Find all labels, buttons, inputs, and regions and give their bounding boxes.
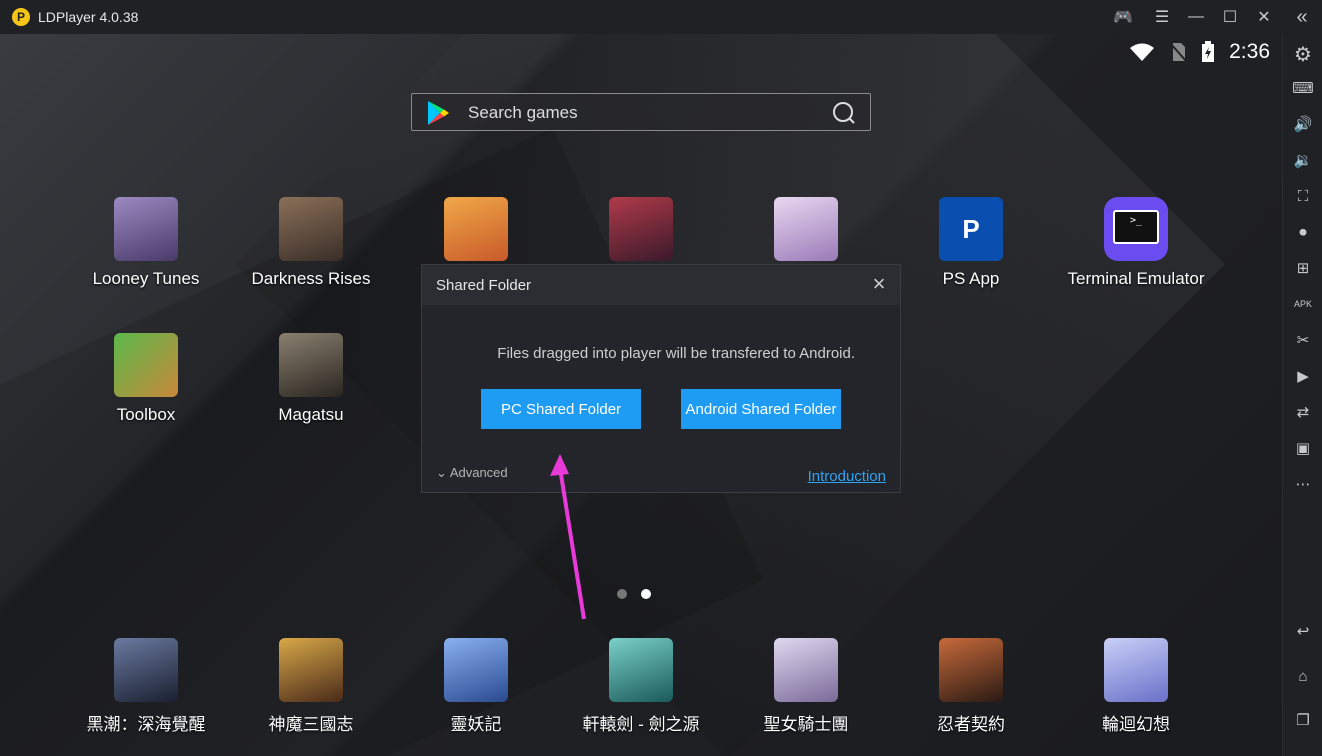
- search-input[interactable]: Search games: [468, 103, 578, 123]
- gamepad-icon[interactable]: 🎮: [1111, 6, 1135, 28]
- right-toolbar: ⚙ ⌨ 🔊 🔉 ⛶ ⏺ ⊞ APK ✂ ▶ ⇄ ▣ ⋯ ↩ ⌂ ❐: [1282, 34, 1322, 756]
- more-icon[interactable]: ⋯: [1291, 472, 1315, 496]
- recent-apps-icon[interactable]: ❐: [1291, 708, 1315, 732]
- add-instance-icon[interactable]: ⊞: [1291, 256, 1315, 280]
- dialog-header: Shared Folder ×: [422, 265, 900, 305]
- no-sim-icon: [1170, 43, 1187, 62]
- home-icon[interactable]: ⌂: [1291, 664, 1315, 688]
- app-icon: [609, 638, 673, 702]
- google-play-icon: [428, 101, 449, 125]
- app-label: Terminal Emulator: [1067, 269, 1205, 288]
- chevron-down-icon: ⌄: [436, 465, 447, 480]
- shake-icon[interactable]: ▣: [1291, 436, 1315, 460]
- dialog-close-icon[interactable]: ×: [870, 273, 888, 295]
- app-icon: [1104, 638, 1168, 702]
- app-label: Looney Tunes: [92, 269, 200, 288]
- pc-shared-folder-button[interactable]: PC Shared Folder: [481, 389, 641, 429]
- advanced-label: Advanced: [449, 465, 508, 480]
- dialog-message: Files dragged into player will be transf…: [497, 345, 855, 362]
- wifi-icon: [1130, 43, 1155, 61]
- dock-app-1[interactable]: 黑潮：深海覺醒: [71, 638, 221, 735]
- app-icon: [774, 638, 838, 702]
- record-icon[interactable]: ⏺: [1291, 220, 1315, 244]
- battery-charging-icon: [1202, 41, 1215, 62]
- app-icon: [444, 197, 508, 261]
- app-icon: [279, 197, 343, 261]
- settings-icon[interactable]: ⚙: [1291, 42, 1315, 66]
- pickaxe-icon: [114, 333, 178, 397]
- search-bar[interactable]: Search games: [411, 93, 871, 131]
- search-icon[interactable]: [832, 101, 856, 125]
- dock-app-5[interactable]: 聖女騎士團: [731, 638, 881, 735]
- app-icon: [939, 638, 1003, 702]
- app-toolbox[interactable]: Toolbox: [71, 333, 221, 425]
- annotation-arrow-icon: [550, 454, 586, 620]
- android-shared-folder-button[interactable]: Android Shared Folder: [681, 389, 841, 429]
- app-label: 神魔三國志: [268, 715, 354, 734]
- title-bar: P LDPlayer 4.0.38 🎮 ☰ — ☐ ✕ «: [0, 0, 1322, 34]
- shared-folder-dialog: Shared Folder × Files dragged into playe…: [421, 264, 901, 493]
- menu-icon[interactable]: ☰: [1150, 6, 1174, 28]
- android-screen[interactable]: 2:36 Search games Looney Tunes Darkness …: [0, 34, 1282, 756]
- app-label: 聖女騎士團: [763, 715, 849, 734]
- dock-app-7[interactable]: 輪迴幻想: [1061, 638, 1211, 735]
- volume-down-icon[interactable]: 🔉: [1291, 148, 1315, 172]
- back-icon[interactable]: ↩: [1291, 619, 1315, 643]
- page-indicator-2[interactable]: [641, 589, 651, 599]
- dialog-title: Shared Folder: [436, 277, 532, 294]
- app-tile-5[interactable]: [731, 197, 881, 261]
- terminal-icon: >_: [1104, 197, 1168, 261]
- minimize-icon[interactable]: —: [1184, 6, 1208, 28]
- app-magatsu[interactable]: Magatsu: [236, 333, 386, 425]
- ldplayer-logo-icon: P: [12, 8, 30, 26]
- app-label: Toolbox: [116, 405, 176, 424]
- app-icon: [609, 197, 673, 261]
- close-icon[interactable]: ✕: [1252, 6, 1276, 28]
- volume-up-icon[interactable]: 🔊: [1291, 112, 1315, 136]
- collapse-sidebar-icon[interactable]: «: [1290, 6, 1314, 28]
- maximize-icon[interactable]: ☐: [1218, 6, 1242, 28]
- clock: 2:36: [1229, 40, 1270, 63]
- apk-icon[interactable]: APK: [1291, 292, 1315, 316]
- keyboard-icon[interactable]: ⌨: [1291, 76, 1315, 100]
- playstation-icon: P: [939, 197, 1003, 261]
- app-icon: [114, 197, 178, 261]
- page-indicator-1[interactable]: [617, 589, 627, 599]
- video-icon[interactable]: ▶: [1291, 364, 1315, 388]
- screenshot-icon[interactable]: ⛶: [1291, 184, 1315, 208]
- app-tile-3[interactable]: [401, 197, 551, 261]
- app-icon: [114, 638, 178, 702]
- app-label: 輪迴幻想: [1102, 715, 1170, 734]
- app-icon: [774, 197, 838, 261]
- dock-app-2[interactable]: 神魔三國志: [236, 638, 386, 735]
- app-darkness-rises[interactable]: Darkness Rises: [236, 197, 386, 289]
- app-title: LDPlayer 4.0.38: [38, 9, 139, 25]
- scissors-icon[interactable]: ✂: [1291, 328, 1315, 352]
- app-tile-4[interactable]: [566, 197, 716, 261]
- app-label: 靈妖記: [450, 715, 502, 734]
- app-label: 黑潮：深海覺醒: [86, 715, 206, 734]
- advanced-toggle[interactable]: ⌄ Advanced: [436, 465, 508, 481]
- introduction-link[interactable]: Introduction: [808, 468, 886, 485]
- status-bar: 2:36: [1129, 40, 1270, 64]
- app-label: Magatsu: [278, 405, 344, 424]
- app-icon: [279, 333, 343, 397]
- dock-app-6[interactable]: 忍者契約: [896, 638, 1046, 735]
- app-terminal-emulator[interactable]: >_ Terminal Emulator: [1061, 197, 1211, 289]
- sync-icon[interactable]: ⇄: [1291, 400, 1315, 424]
- app-label: Darkness Rises: [251, 269, 371, 288]
- app-label: 軒轅劍 - 劍之源: [582, 715, 700, 734]
- app-ps-app[interactable]: P PS App: [896, 197, 1046, 289]
- app-icon: [444, 638, 508, 702]
- app-label: PS App: [942, 269, 1000, 288]
- app-icon: [279, 638, 343, 702]
- dock-app-3[interactable]: 靈妖記: [401, 638, 551, 735]
- app-looney-tunes[interactable]: Looney Tunes: [71, 197, 221, 289]
- app-label: 忍者契約: [937, 715, 1005, 734]
